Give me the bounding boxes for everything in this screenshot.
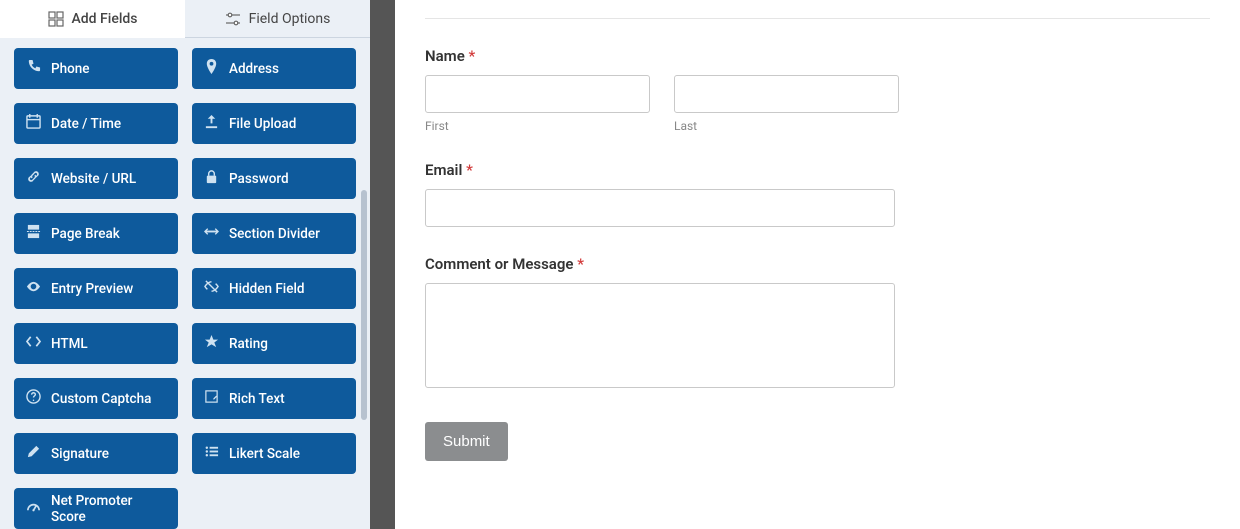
- code-icon: [26, 334, 41, 353]
- field-type-password[interactable]: Password: [192, 158, 356, 199]
- divider-top: [425, 18, 1210, 19]
- pagebreak-icon: [26, 224, 41, 243]
- field-type-phone[interactable]: Phone: [14, 48, 178, 89]
- grid-icon: [48, 11, 64, 27]
- likert-icon: [204, 444, 219, 463]
- field-type-date-time[interactable]: Date / Time: [14, 103, 178, 144]
- field-type-address[interactable]: Address: [192, 48, 356, 89]
- last-name-sublabel: Last: [674, 119, 899, 133]
- field-type-section-divider[interactable]: Section Divider: [192, 213, 356, 254]
- sliders-icon: [225, 11, 241, 27]
- comment-label: Comment or Message *: [425, 255, 1210, 273]
- tab-add-fields-label: Add Fields: [72, 11, 138, 27]
- field-type-label: Date / Time: [51, 116, 121, 132]
- hidden-icon: [204, 279, 219, 298]
- last-name-input[interactable]: [674, 75, 899, 113]
- pin-icon: [204, 59, 219, 78]
- field-type-entry-preview[interactable]: Entry Preview: [14, 268, 178, 309]
- email-label: Email *: [425, 161, 1210, 179]
- field-type-html[interactable]: HTML: [14, 323, 178, 364]
- field-type-label: Section Divider: [229, 226, 320, 242]
- comment-label-text: Comment or Message: [425, 255, 573, 273]
- field-type-label: HTML: [51, 336, 88, 352]
- field-type-label: Custom Captcha: [51, 391, 151, 407]
- submit-button[interactable]: Submit: [425, 422, 508, 461]
- first-name-input[interactable]: [425, 75, 650, 113]
- name-label: Name *: [425, 47, 1210, 65]
- eye-icon: [26, 279, 41, 298]
- field-type-label: Phone: [51, 61, 90, 77]
- sidebar-tabs: Add Fields Field Options: [0, 0, 370, 38]
- calendar-icon: [26, 114, 41, 133]
- field-type-label: Signature: [51, 446, 109, 462]
- field-type-hidden-field[interactable]: Hidden Field: [192, 268, 356, 309]
- sidebar: Add Fields Field Options Phone Address Dat…: [0, 0, 370, 529]
- link-icon: [26, 169, 41, 188]
- first-name-sublabel: First: [425, 119, 650, 133]
- field-email: Email *: [425, 161, 1210, 227]
- field-type-page-break[interactable]: Page Break: [14, 213, 178, 254]
- field-type-label: Entry Preview: [51, 281, 133, 297]
- pen-icon: [26, 444, 41, 463]
- name-label-text: Name: [425, 47, 465, 65]
- tab-field-options[interactable]: Field Options: [185, 0, 370, 38]
- field-type-label: Rich Text: [229, 391, 285, 407]
- email-label-text: Email: [425, 161, 462, 179]
- field-type-label: Address: [229, 61, 279, 77]
- field-type-label: Likert Scale: [229, 446, 300, 462]
- field-type-rich-text[interactable]: Rich Text: [192, 378, 356, 419]
- upload-icon: [204, 114, 219, 133]
- tab-field-options-label: Field Options: [249, 11, 331, 27]
- star-icon: [204, 334, 219, 353]
- field-type-rating[interactable]: Rating: [192, 323, 356, 364]
- field-type-signature[interactable]: Signature: [14, 433, 178, 474]
- field-type-likert-scale[interactable]: Likert Scale: [192, 433, 356, 474]
- field-type-label: Password: [229, 171, 289, 187]
- gauge-icon: [26, 499, 41, 518]
- field-type-label: Hidden Field: [229, 281, 305, 297]
- field-type-net-promoter-score[interactable]: Net Promoter Score: [14, 488, 178, 529]
- comment-textarea[interactable]: [425, 283, 895, 388]
- field-type-label: Page Break: [51, 226, 120, 242]
- field-type-label: Website / URL: [51, 171, 136, 187]
- required-mark: *: [469, 47, 476, 65]
- field-type-website-url[interactable]: Website / URL: [14, 158, 178, 199]
- field-type-file-upload[interactable]: File Upload: [192, 103, 356, 144]
- divider-icon: [204, 224, 219, 243]
- email-input[interactable]: [425, 189, 895, 227]
- tab-add-fields[interactable]: Add Fields: [0, 0, 185, 38]
- question-icon: [26, 389, 41, 408]
- sidebar-scroll-thumb[interactable]: [361, 190, 367, 420]
- field-name: Name * First Last: [425, 47, 1210, 133]
- required-mark: *: [466, 161, 473, 179]
- field-type-label: Rating: [229, 336, 268, 352]
- richtext-icon: [204, 389, 219, 408]
- phone-icon: [26, 59, 41, 78]
- required-mark: *: [577, 255, 584, 273]
- lock-icon: [204, 169, 219, 188]
- field-type-label: File Upload: [229, 116, 296, 132]
- form-preview: Name * First Last Email * Comment or Mes…: [395, 0, 1240, 529]
- field-type-custom-captcha[interactable]: Custom Captcha: [14, 378, 178, 419]
- field-list: Phone Address Date / Time File Upload Websit…: [0, 38, 370, 529]
- field-comment: Comment or Message *: [425, 255, 1210, 392]
- field-type-label: Net Promoter Score: [51, 493, 166, 525]
